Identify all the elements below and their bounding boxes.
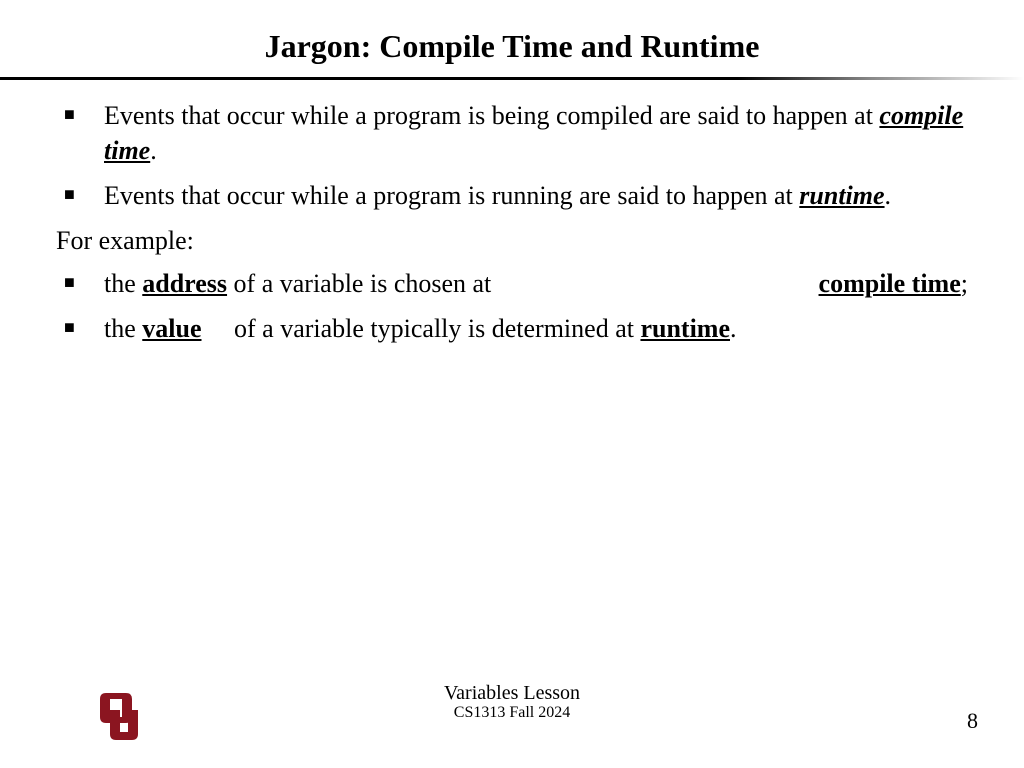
underlined-term: value: [142, 314, 201, 343]
for-example-line: For example:: [56, 223, 968, 258]
footer: Variables Lesson CS1313 Fall 2024 8: [0, 682, 1024, 742]
list-item: Events that occur while a program is run…: [104, 178, 968, 213]
list-item: Events that occur while a program is bei…: [104, 98, 968, 168]
lesson-title: Variables Lesson: [0, 682, 1024, 704]
text: of a variable is chosen at: [227, 266, 818, 301]
text: of a variable typically is determined at: [202, 314, 641, 343]
text: compile time;: [819, 266, 968, 301]
text: .: [150, 136, 157, 165]
slide-title: Jargon: Compile Time and Runtime: [0, 0, 1024, 77]
emphasis-term: runtime: [799, 181, 884, 210]
underlined-term: compile time: [819, 269, 961, 298]
slide: Jargon: Compile Time and Runtime Events …: [0, 0, 1024, 768]
underlined-term: runtime: [640, 314, 730, 343]
underlined-term: address: [142, 269, 227, 298]
page-number: 8: [967, 708, 978, 734]
bullet-list-top: Events that occur while a program is bei…: [56, 98, 968, 213]
course-code: CS1313 Fall 2024: [0, 704, 1024, 722]
list-item: the value of a variable typically is det…: [104, 311, 968, 346]
text: the address: [104, 266, 227, 301]
slide-body: Events that occur while a program is bei…: [0, 80, 1024, 347]
text: .: [730, 314, 737, 343]
text: .: [885, 181, 892, 210]
list-item: the address of a variable is chosen at c…: [104, 266, 968, 301]
text: Events that occur while a program is run…: [104, 181, 799, 210]
footer-center: Variables Lesson CS1313 Fall 2024: [0, 682, 1024, 722]
text: the: [104, 314, 142, 343]
text: Events that occur while a program is bei…: [104, 101, 879, 130]
bullet-list-bottom: the address of a variable is chosen at c…: [56, 266, 968, 346]
